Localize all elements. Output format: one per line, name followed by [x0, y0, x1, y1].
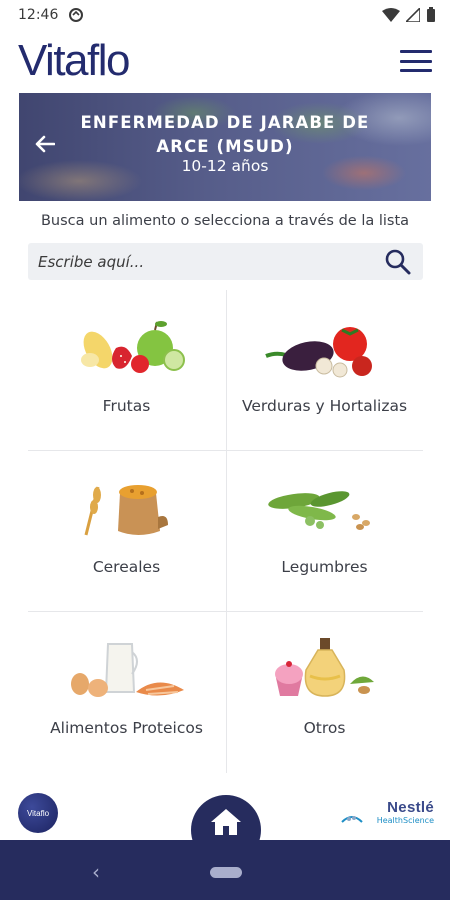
legumes-icon — [268, 491, 370, 530]
signal-icon — [406, 8, 420, 22]
vitaflo-badge: Vitaflo — [18, 793, 58, 833]
status-time: 12:46 — [18, 7, 59, 23]
status-bar: 12:46 — [0, 0, 450, 30]
nestle-nest-icon — [341, 816, 363, 823]
condition-title: ENFERMEDAD DE JARABE DE ARCE (MSUD) — [80, 113, 370, 156]
category-label: Verduras y Hortalizas — [241, 397, 408, 415]
fruits-icon — [81, 321, 185, 373]
wifi-icon — [382, 8, 400, 22]
age-range: 10-12 años — [181, 157, 269, 175]
category-frutas[interactable]: Frutas — [28, 290, 225, 451]
vitaflo-logo[interactable]: Vitaflo — [18, 36, 131, 86]
category-legumbres[interactable]: Legumbres — [226, 451, 423, 612]
system-back-icon[interactable]: ‹ — [92, 860, 100, 884]
nestle-logo: Nestlé HealthScience — [377, 800, 434, 826]
category-otros[interactable]: Otros — [226, 612, 423, 773]
home-icon — [211, 809, 241, 835]
system-navigation-bar: ‹ — [0, 840, 450, 900]
category-label: Otros — [303, 719, 346, 737]
category-label: Alimentos Proteicos — [50, 719, 203, 737]
search-input[interactable] — [38, 252, 383, 271]
menu-line — [400, 59, 432, 63]
category-label: Cereales — [92, 558, 161, 576]
cereals-icon — [84, 485, 168, 536]
nestle-health-science: HealthScience — [376, 816, 434, 825]
category-verduras-y-hortalizas[interactable]: Verduras y Hortalizas — [226, 290, 423, 451]
battery-icon — [427, 7, 435, 22]
nestle-brand: Nestlé — [387, 799, 434, 816]
category-grid: Frutas Verduras y Hortalizas Cereales Le… — [28, 290, 423, 773]
search-icon[interactable] — [383, 247, 413, 277]
footer: Vitaflo Nestlé HealthScience — [0, 780, 450, 865]
category-cereales[interactable]: Cereales — [28, 451, 225, 612]
search-hint: Busca un alimento o selecciona a través … — [40, 213, 410, 229]
category-alimentos-proteicos[interactable]: Alimentos Proteicos — [28, 612, 225, 773]
protein-foods-icon — [71, 643, 184, 697]
condition-banner: ENFERMEDAD DE JARABE DE ARCE (MSUD) 10-1… — [19, 93, 431, 201]
data-saver-icon — [69, 8, 84, 22]
category-label: Legumbres — [281, 558, 368, 576]
menu-line — [400, 69, 432, 72]
others-icon — [275, 638, 374, 697]
menu-line — [400, 50, 432, 53]
search-bar[interactable] — [28, 243, 423, 280]
hamburger-menu-button[interactable] — [400, 50, 432, 72]
app-header: Vitaflo — [0, 32, 450, 90]
system-home-pill[interactable] — [210, 867, 242, 878]
vegetables-icon — [265, 327, 372, 378]
back-arrow-icon[interactable] — [35, 133, 56, 157]
category-label: Frutas — [102, 397, 151, 415]
